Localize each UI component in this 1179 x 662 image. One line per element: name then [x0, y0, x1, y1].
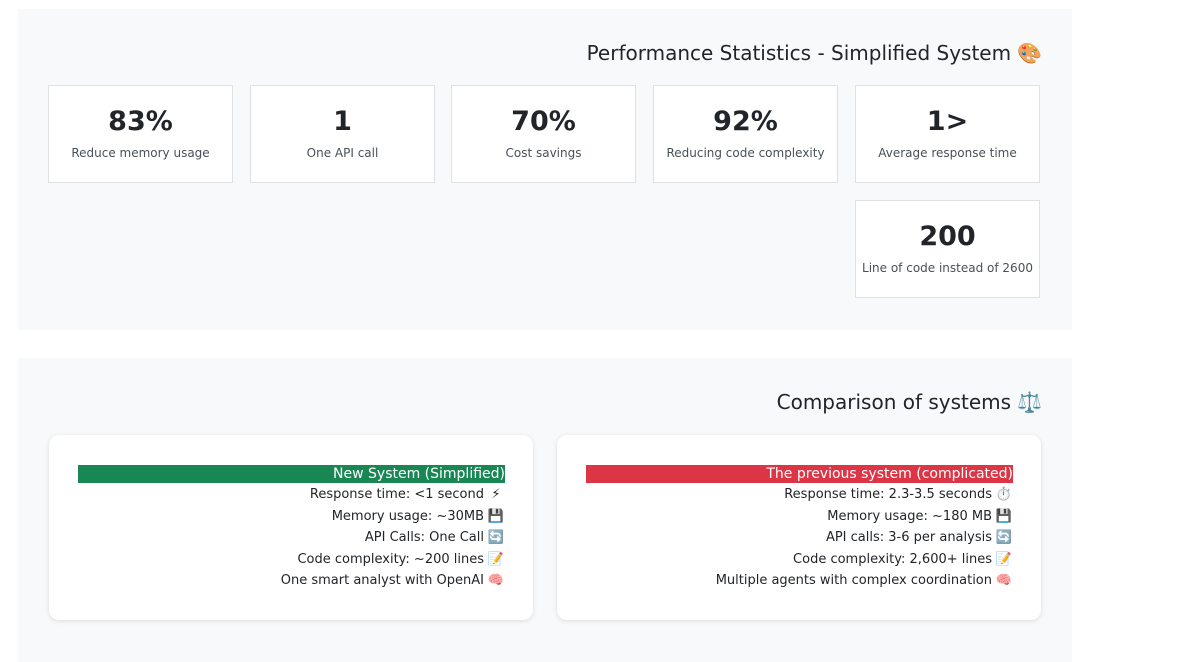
- new-system-header: New System (Simplified): [78, 465, 505, 483]
- comparison-title: Comparison of systems ⚖️: [777, 390, 1042, 414]
- list-item: Response time: <1 second ⚡: [78, 484, 505, 506]
- stat-label: Reducing code complexity: [666, 146, 825, 160]
- stat-value: 1: [333, 106, 352, 137]
- brain-icon: 🧠: [487, 573, 505, 588]
- list-item-text: Code complexity: 2,600+ lines: [793, 551, 992, 567]
- list-item-text: Code complexity: ~200 lines: [297, 551, 484, 567]
- brain-icon: 🧠: [995, 573, 1013, 588]
- list-item-text: API calls: 3-6 per analysis: [825, 530, 992, 545]
- stat-value: 83%: [108, 106, 173, 137]
- list-item-text: Response time: <1 second: [309, 487, 484, 502]
- stat-value: 92%: [713, 106, 778, 137]
- list-item-text: Multiple agents with complex coordinatio…: [715, 573, 992, 588]
- stat-card-api-calls: 1 One API call: [250, 85, 435, 183]
- list-item: Memory usage: ~30MB 💾: [78, 506, 505, 528]
- list-item: Response time: 2.3-3.5 seconds ⏱️: [586, 484, 1013, 506]
- stat-label: Line of code instead of 2600: [862, 261, 1033, 275]
- old-system-header: The previous system (complicated): [586, 465, 1013, 483]
- list-item: API calls: 3-6 per analysis 🔄: [586, 527, 1013, 549]
- floppy-disk-icon: 💾: [995, 508, 1013, 524]
- stat-label: Cost savings: [505, 146, 582, 160]
- list-item-text: API Calls: One Call: [364, 530, 484, 545]
- memo-icon: 📝: [487, 551, 505, 567]
- old-system-list: Response time: 2.3-3.5 seconds ⏱️ Memory …: [586, 484, 1013, 592]
- list-item: Code complexity: 2,600+ lines 📝: [586, 549, 1013, 571]
- list-item: One smart analyst with OpenAI 🧠: [78, 570, 505, 592]
- performance-statistics-title: Performance Statistics - Simplified Syst…: [587, 41, 1042, 65]
- stat-label: Reduce memory usage: [71, 146, 210, 160]
- list-item: Code complexity: ~200 lines 📝: [78, 549, 505, 571]
- new-system-list: Response time: <1 second ⚡ Memory usage: …: [78, 484, 505, 592]
- list-item-text: Response time: 2.3-3.5 seconds: [784, 487, 992, 502]
- performance-statistics-section: Performance Statistics - Simplified Syst…: [18, 9, 1072, 330]
- refresh-icon: 🔄: [487, 530, 505, 545]
- performance-statistics-title-text: Performance Statistics - Simplified Syst…: [586, 41, 1012, 65]
- list-item: API Calls: One Call 🔄: [78, 527, 505, 549]
- comparison-section: Comparison of systems ⚖️ New System (Sim…: [18, 358, 1072, 662]
- stat-card-code-complexity: 92% Reducing code complexity: [653, 85, 838, 183]
- list-item: Memory usage: ~180 MB 💾: [586, 506, 1013, 528]
- refresh-icon: 🔄: [995, 530, 1013, 545]
- list-item-text: Memory usage: ~180 MB: [827, 508, 992, 524]
- stat-label: Average response time: [878, 146, 1017, 160]
- stat-card-response-time: 1> Average response time: [855, 85, 1040, 183]
- stat-value: 70%: [511, 106, 576, 137]
- memo-icon: 📝: [995, 551, 1013, 567]
- old-system-card: The previous system (complicated) Respon…: [557, 435, 1041, 620]
- balance-scale-icon: ⚖️: [1017, 390, 1042, 414]
- list-item: Multiple agents with complex coordinatio…: [586, 570, 1013, 592]
- palette-icon: 🎨: [1017, 41, 1042, 65]
- stat-card-cost-savings: 70% Cost savings: [451, 85, 636, 183]
- floppy-disk-icon: 💾: [487, 508, 505, 524]
- stat-value: 1>: [926, 106, 969, 137]
- comparison-title-text: Comparison of systems: [776, 390, 1012, 414]
- new-system-card: New System (Simplified) Response time: <…: [49, 435, 533, 620]
- stat-label: One API call: [306, 146, 379, 160]
- list-item-text: Memory usage: ~30MB: [331, 508, 484, 524]
- stat-value: 200: [919, 221, 976, 252]
- stopwatch-icon: ⏱️: [995, 487, 1013, 502]
- list-item-text: One smart analyst with OpenAI: [280, 573, 484, 588]
- stat-card-lines-of-code: 200 Line of code instead of 2600: [855, 200, 1040, 298]
- stat-card-memory: 83% Reduce memory usage: [48, 85, 233, 183]
- lightning-icon: ⚡: [491, 487, 501, 502]
